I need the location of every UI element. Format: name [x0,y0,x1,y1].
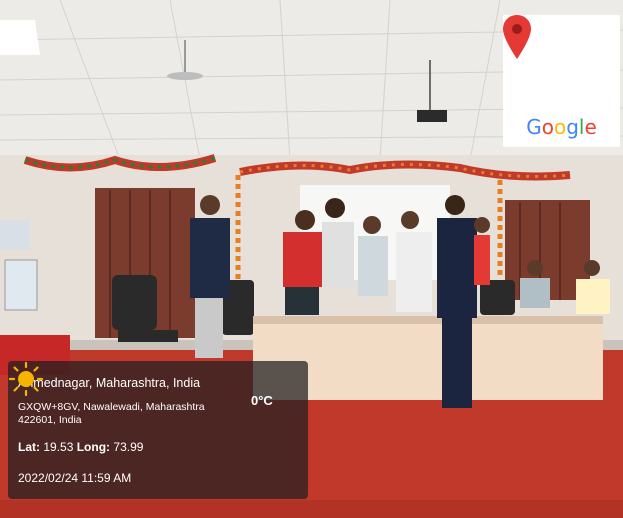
timestamp: 2022/02/24 11:59 AM [18,471,132,485]
map-badge: Google [503,15,620,147]
lat-label: Lat: [18,440,40,454]
google-logo-letter: g [566,115,579,139]
address-line-1: GXQW+8GV, Nawalewadi, Maharashtra [18,401,205,413]
google-logo-letter: o [553,115,567,139]
address-line-2: 422601, India [18,414,82,426]
coordinates: Lat: 19.53 Long: 73.99 [18,440,143,454]
temperature: 0°C [251,393,273,408]
google-logo: Google [503,115,620,139]
lat-value: 19.53 [43,440,74,454]
sun-icon [8,361,44,397]
google-logo-letter: e [584,115,597,139]
long-label: Long: [76,440,111,454]
event-photo: Google Ahmednagar, Maharashtra, India GX… [0,0,623,518]
map-pin-icon [503,15,531,59]
long-value: 73.99 [113,440,144,454]
google-logo-letter: G [526,115,542,139]
location-address: GXQW+8GV, Nawalewadi, Maharashtra 422601… [18,401,218,427]
google-logo-letter: o [541,115,554,139]
location-city: Ahmednagar, Maharashtra, India [18,376,201,390]
location-overlay: Ahmednagar, Maharashtra, India GXQW+8GV,… [8,361,308,499]
